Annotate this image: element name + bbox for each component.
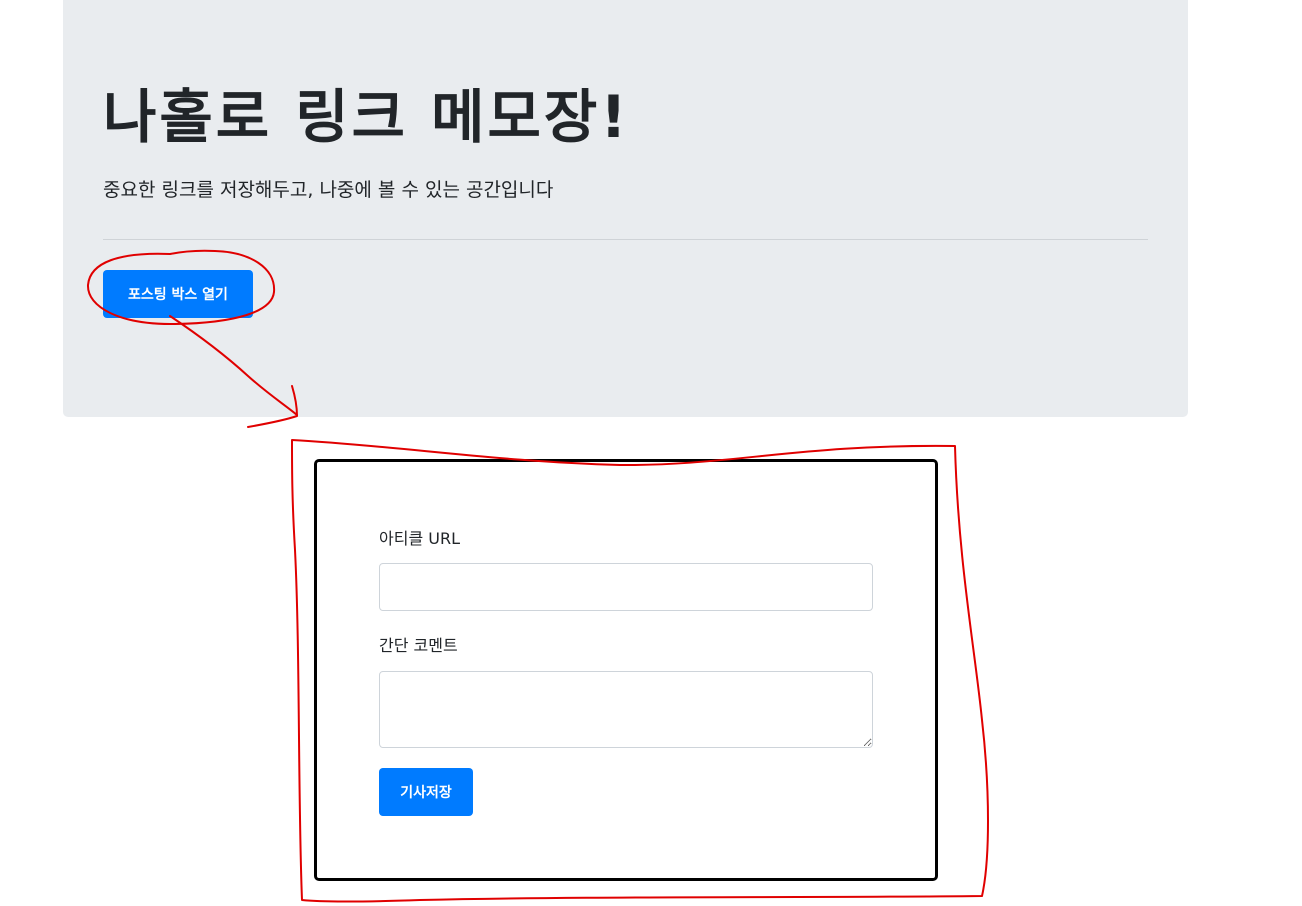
page-title: 나홀로 링크 메모장! [103,83,630,151]
article-url-input[interactable] [379,563,873,611]
save-article-button[interactable]: 기사저장 [379,768,473,816]
open-posting-box-button[interactable]: 포스팅 박스 열기 [103,270,253,318]
comment-textarea[interactable] [379,671,873,748]
jumbotron-header: 나홀로 링크 메모장! 중요한 링크를 저장해두고, 나중에 볼 수 있는 공간… [63,0,1188,417]
posting-box: 아티클 URL 간단 코멘트 기사저장 [314,459,938,881]
page: 나홀로 링크 메모장! 중요한 링크를 저장해두고, 나중에 볼 수 있는 공간… [0,0,1302,906]
article-url-label: 아티클 URL [379,529,460,548]
header-divider [103,239,1148,240]
page-subtitle: 중요한 링크를 저장해두고, 나중에 볼 수 있는 공간입니다 [103,179,554,201]
comment-label: 간단 코멘트 [379,636,458,655]
